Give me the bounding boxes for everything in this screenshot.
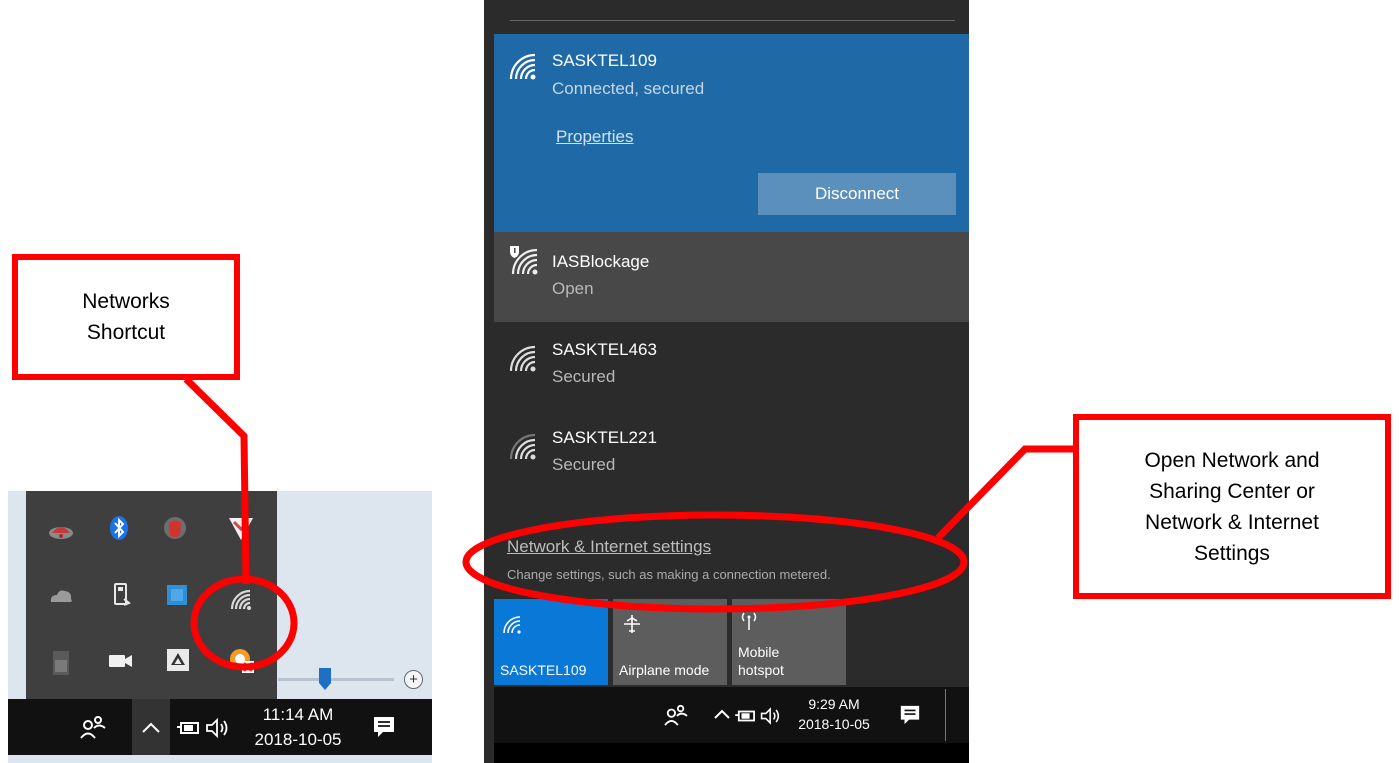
error-badge-icon[interactable] — [227, 646, 257, 676]
wifi-icon — [502, 615, 522, 635]
quick-action-label: SASKTEL109 — [500, 662, 587, 678]
network-item[interactable]: IASBlockage Open — [494, 232, 969, 322]
mobile-hotspot-quick-action[interactable]: Mobile hotspot — [732, 599, 846, 685]
clock-time[interactable]: 11:14 AM — [252, 703, 344, 726]
clock-date[interactable]: 2018-10-05 — [794, 714, 874, 734]
show-desktop-divider[interactable] — [945, 689, 946, 741]
onedrive-icon[interactable] — [46, 581, 76, 611]
flyout-header — [484, 0, 969, 34]
bluetooth-icon[interactable] — [104, 513, 134, 543]
network-ssid: SASKTEL463 — [552, 340, 657, 359]
taskbar: 11:14 AM 2018-10-05 — [8, 699, 432, 755]
shield-icon[interactable] — [160, 513, 190, 543]
people-icon[interactable] — [664, 704, 688, 726]
system-tray-screenshot: + 11:14 AM 2018-10-05 — [8, 491, 432, 763]
quick-action-label: hotspot — [738, 662, 784, 678]
quick-action-label: Mobile — [738, 644, 780, 660]
volume-icon[interactable] — [204, 717, 232, 739]
network-ssid: SASKTEL221 — [552, 428, 657, 447]
connected-network-card[interactable]: SASKTEL109 Connected, secured Properties… — [494, 34, 969, 232]
zoom-slider-thumb[interactable] — [318, 667, 332, 691]
network-status: Connected, secured — [552, 79, 705, 98]
disconnect-button[interactable]: Disconnect — [758, 173, 956, 215]
zoom-slider-track[interactable] — [278, 678, 394, 681]
car-icon[interactable] — [46, 515, 76, 545]
networks-shortcut-callout: Networks Shortcut — [12, 254, 240, 380]
show-hidden-icons-button[interactable] — [712, 705, 732, 725]
wifi-warning-icon — [508, 245, 540, 277]
hotspot-icon — [738, 609, 760, 631]
wifi-quick-action[interactable]: SASKTEL109 — [494, 599, 608, 685]
network-status: Secured — [552, 455, 616, 474]
battery-power-icon[interactable] — [176, 718, 202, 738]
action-center-icon[interactable] — [372, 715, 396, 739]
network-status: Secured — [552, 367, 616, 386]
action-center-icon[interactable] — [899, 704, 921, 726]
people-icon[interactable] — [80, 715, 106, 739]
video-camera-icon[interactable] — [105, 646, 135, 676]
zoom-in-button[interactable]: + — [404, 670, 423, 689]
network-flyout: SASKTEL109 Connected, secured Properties… — [484, 0, 969, 763]
volume-icon[interactable] — [759, 706, 783, 726]
usb-icon[interactable] — [106, 579, 136, 609]
bottom-strip — [494, 743, 969, 763]
taskbar: 9:29 AM 2018-10-05 — [494, 687, 969, 743]
app-square-icon[interactable] — [162, 580, 192, 610]
airplane-mode-quick-action[interactable]: Airplane mode — [613, 599, 727, 685]
wifi-icon — [508, 52, 538, 82]
pocket-icon[interactable] — [226, 513, 256, 543]
settings-description: Change settings, such as making a connec… — [507, 567, 831, 582]
wifi-icon[interactable] — [225, 584, 255, 614]
show-hidden-icons-button[interactable] — [132, 699, 170, 755]
network-item[interactable]: SASKTEL221 Secured — [494, 410, 969, 498]
airplane-icon — [621, 613, 643, 635]
network-internet-settings-link[interactable]: Network & Internet settings — [507, 537, 711, 557]
network-status: Open — [552, 279, 594, 298]
wifi-icon — [508, 432, 538, 462]
open-network-callout: Open Network and Sharing Center or Netwo… — [1073, 414, 1391, 599]
quick-action-label: Airplane mode — [619, 662, 710, 678]
clock-date[interactable]: 2018-10-05 — [252, 728, 344, 751]
clock-time[interactable]: 9:29 AM — [794, 694, 874, 714]
network-ssid: IASBlockage — [552, 252, 650, 271]
properties-link[interactable]: Properties — [556, 127, 633, 147]
wifi-icon — [508, 344, 538, 374]
network-item[interactable]: SASKTEL463 Secured — [494, 322, 969, 410]
google-drive-icon[interactable] — [163, 645, 193, 675]
tray-overflow-panel — [26, 491, 277, 699]
network-ssid: SASKTEL109 — [552, 51, 657, 70]
disk-icon[interactable] — [46, 647, 76, 677]
battery-power-icon[interactable] — [734, 707, 758, 725]
